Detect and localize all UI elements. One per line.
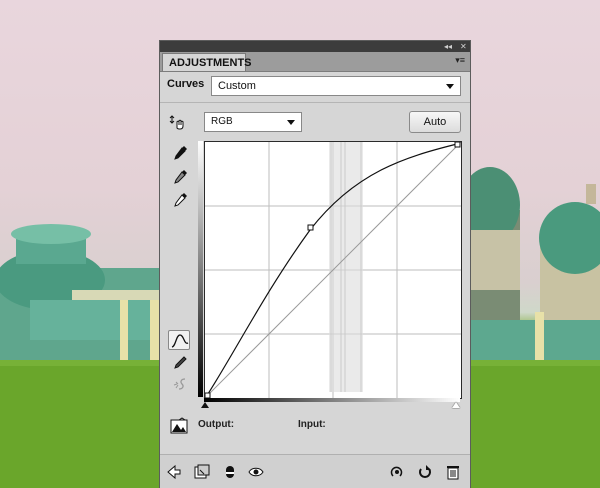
white-point-eyedropper-icon[interactable] bbox=[171, 191, 189, 209]
previous-state-icon[interactable] bbox=[389, 464, 405, 480]
collapse-icon[interactable]: ◂◂ bbox=[444, 41, 452, 52]
auto-button[interactable]: Auto bbox=[409, 111, 461, 133]
output-label: Output: bbox=[198, 419, 235, 430]
reset-icon[interactable] bbox=[417, 464, 433, 480]
adjustments-panel: ◂◂ ✕ ADJUSTMENTS ▾≡ Curves Custom RGB Au… bbox=[159, 40, 471, 488]
channel-value: RGB bbox=[211, 116, 233, 127]
panel-menu-icon[interactable]: ▾≡ bbox=[455, 55, 465, 66]
preset-dropdown[interactable]: Custom bbox=[211, 76, 461, 96]
histogram bbox=[329, 142, 363, 392]
panel-titlebar[interactable]: ◂◂ ✕ bbox=[160, 41, 470, 52]
tab-bar: ADJUSTMENTS ▾≡ bbox=[160, 52, 470, 72]
curve-points-icon[interactable] bbox=[168, 330, 190, 350]
input-label: Input: bbox=[298, 419, 326, 430]
divider bbox=[160, 102, 470, 103]
close-icon[interactable]: ✕ bbox=[460, 41, 467, 52]
black-point-slider[interactable] bbox=[201, 402, 209, 408]
gray-point-eyedropper-icon[interactable] bbox=[171, 168, 189, 186]
output-gradient-bar bbox=[198, 141, 203, 397]
chevron-down-icon bbox=[446, 84, 454, 89]
white-point-slider[interactable] bbox=[452, 402, 460, 408]
clip-to-layer-icon[interactable] bbox=[222, 464, 238, 480]
right-domes bbox=[460, 167, 600, 362]
pencil-icon[interactable] bbox=[171, 354, 189, 372]
chevron-down-icon bbox=[287, 120, 295, 125]
input-gradient-bar bbox=[204, 398, 460, 402]
curve-point[interactable] bbox=[454, 142, 461, 148]
preset-value: Custom bbox=[218, 80, 256, 92]
curves-graph[interactable] bbox=[204, 141, 462, 399]
panel-footer bbox=[160, 454, 470, 488]
smooth-icon bbox=[171, 375, 189, 393]
back-arrow-icon[interactable] bbox=[166, 464, 182, 480]
left-gazebo bbox=[0, 224, 160, 363]
black-point-eyedropper-icon[interactable] bbox=[171, 144, 189, 162]
adjustment-type-label: Curves bbox=[167, 78, 205, 90]
curve-point[interactable] bbox=[307, 224, 314, 231]
tab-adjustments[interactable]: ADJUSTMENTS bbox=[162, 53, 252, 71]
trash-icon[interactable] bbox=[445, 464, 461, 480]
clipping-warning-icon[interactable] bbox=[170, 417, 188, 435]
on-image-adjust-icon[interactable] bbox=[169, 113, 187, 131]
expand-view-icon[interactable] bbox=[194, 464, 210, 480]
eye-icon[interactable] bbox=[248, 464, 264, 480]
channel-dropdown[interactable]: RGB bbox=[204, 112, 302, 132]
